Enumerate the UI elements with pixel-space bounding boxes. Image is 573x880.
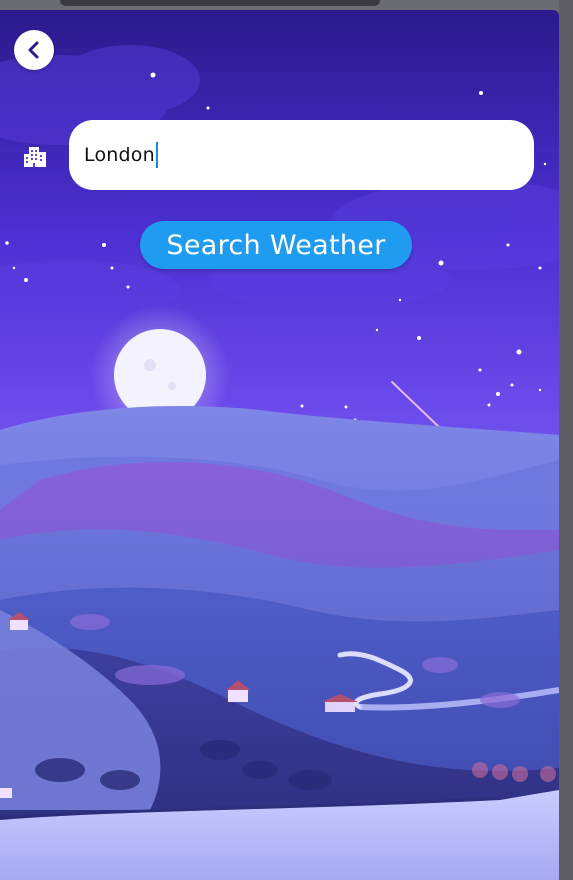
device-frame: London Search Weather — [0, 0, 573, 880]
search-weather-button[interactable]: Search Weather — [140, 221, 412, 269]
city-buildings-icon — [24, 147, 46, 167]
city-search-value: London — [84, 144, 155, 166]
window-edge — [559, 0, 573, 880]
back-button[interactable] — [14, 30, 54, 70]
chevron-left-icon — [28, 41, 39, 59]
device-notch — [60, 0, 380, 6]
app-screen: London Search Weather — [0, 10, 559, 880]
search-weather-button-label: Search Weather — [166, 229, 386, 261]
text-caret — [155, 142, 158, 168]
city-search-input[interactable]: London — [69, 120, 534, 190]
